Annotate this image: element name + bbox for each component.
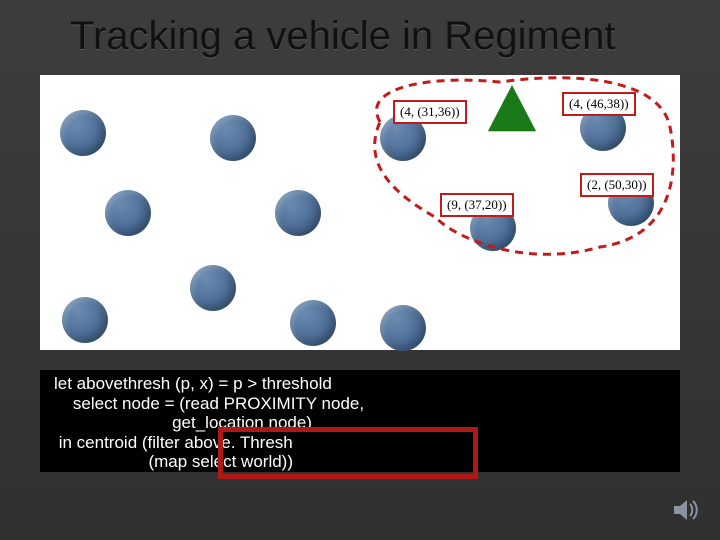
- target-vehicle-icon: [488, 85, 536, 131]
- reading-label: (4, (31,36)): [393, 100, 467, 124]
- sensor-node: [290, 300, 336, 346]
- sensor-node: [210, 115, 256, 161]
- code-panel: let abovethresh (p, x) = p > threshold s…: [40, 370, 680, 472]
- sensor-node: [190, 265, 236, 311]
- sensor-node: [62, 297, 108, 343]
- page-title: Tracking a vehicle in Regiment: [70, 14, 680, 59]
- code-line: let abovethresh (p, x) = p > threshold: [54, 374, 332, 393]
- code-line: in centroid (filter above. Thresh: [54, 433, 293, 452]
- sensor-node: [105, 190, 151, 236]
- diagram-canvas: (4, (31,36)) (4, (46,38)) (9, (37,20)) (…: [40, 75, 680, 350]
- speaker-icon: [672, 498, 700, 522]
- code-line: get_location node): [54, 413, 312, 432]
- reading-label: (4, (46,38)): [562, 92, 636, 116]
- reading-label: (9, (37,20)): [440, 193, 514, 217]
- slide: Tracking a vehicle in Regiment (4, (31,3…: [0, 0, 720, 540]
- sensor-node: [60, 110, 106, 156]
- reading-label: (2, (50,30)): [580, 173, 654, 197]
- sensor-node: [380, 305, 426, 351]
- code-line: (map select world)): [54, 452, 293, 471]
- code-line: select node = (read PROXIMITY node,: [54, 394, 364, 413]
- sensor-node: [275, 190, 321, 236]
